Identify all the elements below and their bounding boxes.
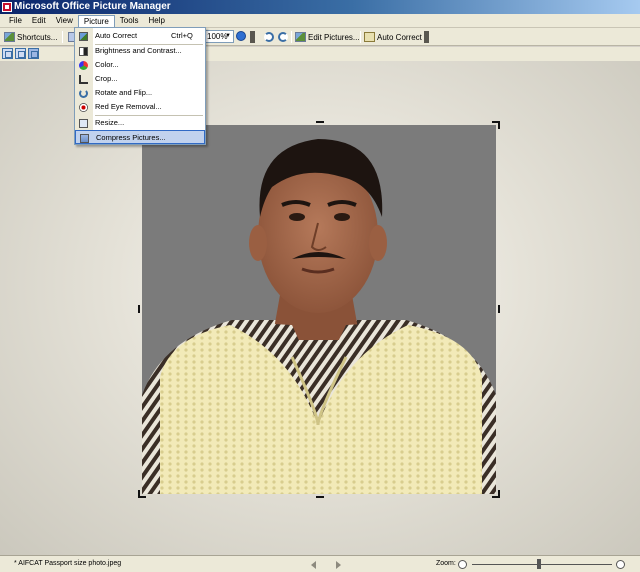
title-bar: Microsoft Office Picture Manager bbox=[0, 0, 640, 14]
menu-item-compress-pictures[interactable]: Compress Pictures... bbox=[75, 130, 205, 144]
auto-correct-label: Auto Correct bbox=[377, 32, 422, 42]
picture-menu-dropdown: Auto Correct Ctrl+Q Brightness and Contr… bbox=[74, 27, 206, 145]
menu-item-brightness-contrast[interactable]: Brightness and Contrast... bbox=[75, 44, 205, 58]
zoom-in-icon[interactable] bbox=[616, 560, 625, 569]
shortcut-label: Ctrl+Q bbox=[171, 31, 193, 40]
menu-help[interactable]: Help bbox=[143, 15, 169, 27]
shortcuts-label: Shortcuts... bbox=[17, 32, 58, 42]
auto-correct-icon bbox=[79, 32, 88, 41]
crop-handle-bottom-right[interactable] bbox=[492, 490, 500, 498]
auto-correct-icon bbox=[364, 32, 375, 42]
edit-pictures-label: Edit Pictures... bbox=[308, 32, 360, 42]
rotate-icon bbox=[79, 89, 88, 98]
brightness-icon bbox=[79, 47, 88, 56]
menu-item-auto-correct[interactable]: Auto Correct Ctrl+Q bbox=[75, 29, 205, 43]
window-title: Microsoft Office Picture Manager bbox=[14, 1, 171, 12]
chevron-down-icon: ▼ bbox=[225, 33, 231, 39]
edit-pictures-button[interactable]: Edit Pictures... bbox=[293, 30, 362, 44]
crop-icon bbox=[79, 75, 88, 84]
crop-handle-top-right[interactable] bbox=[492, 121, 500, 129]
zoom-label: Zoom: bbox=[436, 560, 456, 567]
menu-item-color[interactable]: Color... bbox=[75, 58, 205, 72]
menu-edit[interactable]: Edit bbox=[27, 15, 51, 27]
zoom-out-icon[interactable] bbox=[458, 560, 467, 569]
current-file-name: * AIFCAT Passport size photo.jpeg bbox=[14, 560, 122, 567]
toolbar-separator bbox=[291, 31, 292, 43]
next-picture-icon[interactable] bbox=[336, 561, 341, 569]
rotate-left-icon bbox=[264, 32, 274, 42]
zoom-slider-thumb[interactable] bbox=[537, 559, 542, 569]
menu-file[interactable]: File bbox=[4, 15, 27, 27]
crop-handle-bottom-left[interactable] bbox=[138, 490, 146, 498]
shortcuts-button[interactable]: Shortcuts... bbox=[2, 30, 59, 44]
rotate-right-button[interactable] bbox=[276, 30, 290, 44]
crop-handle-left[interactable] bbox=[138, 305, 140, 313]
menu-item-red-eye-removal[interactable]: Red Eye Removal... bbox=[75, 100, 205, 114]
filmstrip-view-icon[interactable] bbox=[15, 48, 26, 59]
menu-bar: File Edit View Picture Tools Help bbox=[0, 14, 640, 28]
thumbnail-view-icon[interactable] bbox=[2, 48, 13, 59]
color-icon bbox=[79, 61, 88, 70]
toolbar-separator bbox=[62, 31, 63, 43]
menu-item-resize[interactable]: Resize... bbox=[75, 116, 205, 130]
zoom-slider-track[interactable] bbox=[472, 564, 612, 565]
photo-image bbox=[142, 125, 496, 494]
auto-correct-button[interactable]: Auto Correct bbox=[362, 30, 424, 44]
red-eye-icon bbox=[79, 103, 88, 112]
menu-item-crop[interactable]: Crop... bbox=[75, 72, 205, 86]
crop-handle-right[interactable] bbox=[498, 305, 500, 313]
passport-photo bbox=[142, 125, 496, 494]
crop-handle-bottom[interactable] bbox=[316, 496, 324, 498]
single-picture-view-icon[interactable] bbox=[28, 48, 39, 59]
edit-pictures-icon bbox=[295, 32, 306, 42]
previous-picture-icon[interactable] bbox=[311, 561, 316, 569]
zoom-dropdown[interactable]: 100% ▼ bbox=[204, 30, 234, 43]
toolbar-grip[interactable] bbox=[424, 31, 429, 43]
toolbar-separator bbox=[360, 31, 361, 43]
shortcuts-icon bbox=[4, 32, 15, 42]
menu-tools[interactable]: Tools bbox=[115, 15, 144, 27]
rotate-left-button[interactable] bbox=[262, 30, 276, 44]
menu-picture[interactable]: Picture bbox=[77, 14, 115, 27]
status-bar: * AIFCAT Passport size photo.jpeg Zoom: bbox=[0, 555, 640, 572]
compress-icon bbox=[80, 134, 89, 143]
zoom-go-icon[interactable] bbox=[236, 31, 246, 41]
picture-manager-app-icon bbox=[2, 2, 12, 12]
menu-item-rotate-flip[interactable]: Rotate and Flip... bbox=[75, 86, 205, 100]
resize-icon bbox=[79, 119, 88, 128]
menu-view[interactable]: View bbox=[51, 15, 78, 27]
crop-handle-top[interactable] bbox=[316, 121, 324, 123]
rotate-right-icon bbox=[278, 32, 288, 42]
toolbar-grip[interactable] bbox=[250, 31, 255, 43]
